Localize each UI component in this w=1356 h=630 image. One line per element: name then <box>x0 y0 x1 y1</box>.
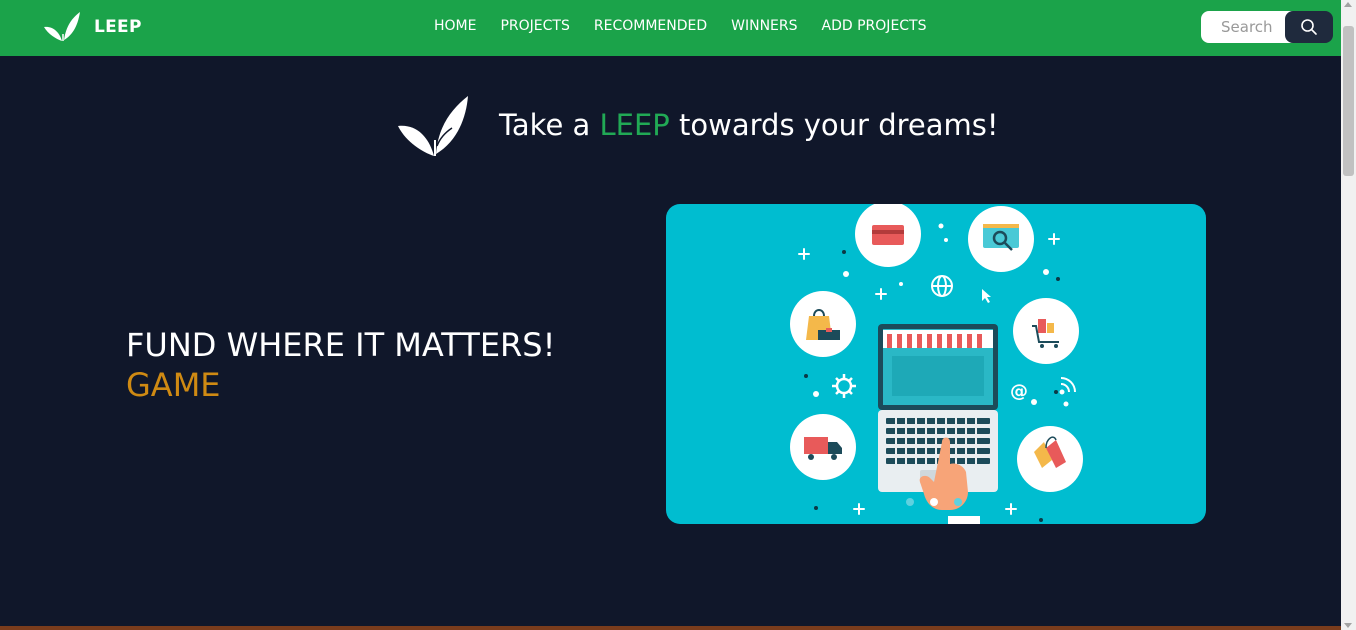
shopping-bag-icon <box>790 291 856 357</box>
carousel-dot-3[interactable] <box>954 498 962 506</box>
tagline-prefix: Take a <box>499 108 600 142</box>
ecommerce-illustration: @ <box>790 204 1083 524</box>
search-form <box>1201 11 1333 43</box>
nav-projects[interactable]: PROJECTS <box>500 18 569 34</box>
nav-add-projects[interactable]: ADD PROJECTS <box>822 18 927 34</box>
search-icon <box>1301 19 1317 35</box>
hero-subheadline: GAME <box>126 366 221 404</box>
nav-home[interactable]: HOME <box>434 18 476 34</box>
hero-tagline: Take a LEEP towards your dreams! <box>499 108 998 142</box>
scroll-thumb[interactable] <box>1343 26 1354 176</box>
page-scrollbar[interactable] <box>1341 0 1356 630</box>
scroll-up-arrow-icon[interactable] <box>1344 2 1352 7</box>
brand-link[interactable]: LEEP <box>42 10 142 44</box>
hero-carousel[interactable]: @ <box>666 204 1206 524</box>
globe-icon <box>931 275 953 297</box>
main-nav: HOME PROJECTS RECOMMENDED WINNERS ADD PR… <box>434 18 951 34</box>
hero-leaf-logo-icon <box>398 96 468 156</box>
leaf-logo-icon <box>44 12 80 41</box>
hero-headline: FUND WHERE IT MATTERS! <box>126 326 556 364</box>
price-tag-icon <box>1017 426 1083 492</box>
credit-card-icon <box>855 204 921 267</box>
svg-text:@: @ <box>1010 381 1028 402</box>
next-section-edge <box>0 626 1341 630</box>
nav-winners[interactable]: WINNERS <box>731 18 797 34</box>
search-button[interactable] <box>1285 11 1333 43</box>
tagline-suffix: towards your dreams! <box>669 108 999 142</box>
brand-name: LEEP <box>94 17 142 37</box>
tagline-accent: LEEP <box>599 108 670 142</box>
top-navbar: LEEP HOME PROJECTS RECOMMENDED WINNERS A… <box>0 0 1341 56</box>
gear-icon <box>832 374 856 398</box>
scroll-down-arrow-icon[interactable] <box>1344 623 1352 628</box>
delivery-truck-icon <box>790 414 856 480</box>
shopping-cart-icon <box>1013 298 1079 364</box>
nav-recommended[interactable]: RECOMMENDED <box>594 18 707 34</box>
carousel-indicators <box>906 498 978 506</box>
carousel-dot-2[interactable] <box>930 498 938 506</box>
search-monitor-icon <box>968 206 1034 272</box>
carousel-dot-1[interactable] <box>906 498 914 506</box>
